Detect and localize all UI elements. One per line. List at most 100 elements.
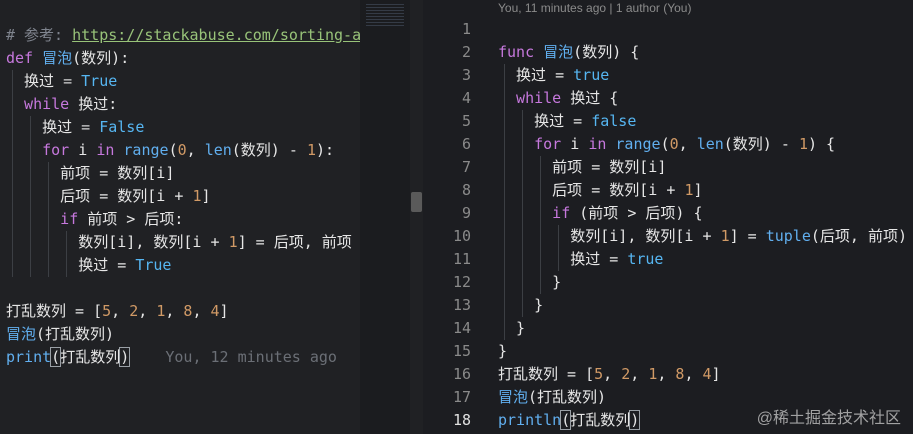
indent-guide: [522, 110, 524, 317]
code-line[interactable]: 换过 = False: [6, 116, 144, 139]
code-token: ] = 后项, 前项: [237, 233, 352, 251]
line-number[interactable]: 14: [435, 317, 471, 340]
code-token: 4: [210, 302, 220, 320]
scrollbar-thumb[interactable]: [411, 192, 422, 212]
code-token: i: [570, 135, 589, 153]
line-number[interactable]: 7: [435, 156, 471, 179]
code-token: 5: [594, 365, 604, 383]
line-number[interactable]: 6: [435, 133, 471, 156]
minimap-viewport[interactable]: [366, 4, 404, 26]
line-number[interactable]: 10: [435, 225, 471, 248]
watermark: @稀土掘金技术社区: [756, 410, 901, 427]
line-number[interactable]: 1: [435, 18, 471, 41]
line-number[interactable]: 2: [435, 41, 471, 64]
code-line[interactable]: for i in range(0, len(数列) - 1) {: [498, 133, 835, 156]
code-token: ,: [678, 135, 697, 153]
line-number[interactable]: 8: [435, 179, 471, 202]
line-number[interactable]: 9: [435, 202, 471, 225]
code-token: 冒泡: [498, 388, 529, 406]
code-token: (打乱数列): [36, 325, 115, 343]
code-token: while: [6, 95, 79, 113]
code-token: (数列) -: [723, 135, 799, 153]
line-number[interactable]: 15: [435, 340, 471, 363]
code-line[interactable]: println(打乱数列): [498, 409, 641, 432]
code-token: 冒泡: [6, 325, 37, 343]
code-token: len: [204, 141, 232, 159]
line-number[interactable]: 16: [435, 363, 471, 386]
line-number[interactable]: 3: [435, 64, 471, 87]
code-token: 换过 =: [6, 256, 136, 274]
code-line[interactable]: }: [498, 340, 507, 363]
code-line[interactable]: # 参考: https://stackabuse.com/sorting-a: [6, 24, 360, 47]
code-line[interactable]: }: [498, 317, 525, 340]
code-line[interactable]: if 前项 > 后项:: [6, 208, 183, 231]
code-token: ,: [192, 302, 211, 320]
code-token: 1: [720, 227, 730, 245]
code-token: 换过 =: [498, 250, 628, 268]
code-token: false: [591, 112, 637, 130]
code-line[interactable]: }: [498, 271, 561, 294]
code-token: 冒泡: [543, 43, 574, 61]
code-token: ) {: [807, 135, 836, 153]
code-token: 换过 =: [498, 112, 592, 130]
code-line[interactable]: 前项 = 数列[i]: [498, 156, 666, 179]
code-token: 5: [102, 302, 112, 320]
code-token: range: [615, 135, 661, 153]
code-line[interactable]: 换过 = true: [498, 64, 609, 87]
code-token: ] =: [729, 227, 766, 245]
code-line[interactable]: while 换过:: [6, 93, 117, 116]
code-token: 数列[i], 数列[i +: [6, 233, 229, 251]
git-blame-header[interactable]: You, 11 minutes ago | 1 author (You): [498, 0, 691, 18]
code-token: (数列) -: [231, 141, 307, 159]
code-token: 换过: [6, 72, 64, 90]
code-token: 前项 = 数列[i]: [498, 158, 667, 176]
line-number[interactable]: 17: [435, 386, 471, 409]
code-token: ,: [684, 365, 703, 383]
code-token: ,: [111, 302, 130, 320]
code-token: 0: [177, 141, 187, 159]
left-code-editor[interactable]: # 参考: https://stackabuse.com/sorting-a de…: [0, 0, 360, 434]
code-line[interactable]: 换过 = false: [498, 110, 636, 133]
code-line[interactable]: print(打乱数列) You, 12 minutes ago: [6, 346, 337, 369]
code-line[interactable]: def 冒泡(数列):: [6, 47, 129, 70]
code-line[interactable]: func 冒泡(数列) {: [498, 41, 639, 64]
code-token: (后项, 前项): [810, 227, 907, 245]
line-number[interactable]: 13: [435, 294, 471, 317]
code-token: ]: [201, 187, 211, 205]
line-number[interactable]: 4: [435, 87, 471, 110]
code-line[interactable]: 数列[i], 数列[i + 1] = 后项, 前项: [6, 231, 352, 254]
code-line[interactable]: 换过 = True: [6, 70, 117, 93]
code-token: (数列):: [72, 49, 130, 67]
code-line[interactable]: for i in range(0, len(数列) - 1):: [6, 139, 334, 162]
code-token: range: [123, 141, 169, 159]
line-number[interactable]: 18: [435, 409, 471, 432]
code-token: 1: [648, 365, 658, 383]
code-line[interactable]: if (前项 > 后项) {: [498, 202, 702, 225]
code-token: ,: [186, 141, 205, 159]
code-line[interactable]: 后项 = 数列[i + 1]: [498, 179, 702, 202]
line-number[interactable]: 11: [435, 248, 471, 271]
code-token: You, 12 minutes ago: [129, 348, 337, 366]
code-line[interactable]: while 换过 {: [498, 87, 618, 110]
code-line[interactable]: 冒泡(打乱数列): [498, 386, 606, 409]
code-token: if: [498, 204, 580, 222]
code-line[interactable]: 冒泡(打乱数列): [6, 323, 114, 346]
code-token: (: [560, 410, 572, 430]
code-token: True: [81, 72, 118, 90]
code-token: ,: [657, 365, 676, 383]
line-number[interactable]: 5: [435, 110, 471, 133]
right-code-editor[interactable]: 1 2 3 4 5 6 7 8 9 10 11 12 13 14 15 16 17 18 func 冒泡(数列) …: [423, 0, 913, 434]
code-line[interactable]: 前项 = 数列[i]: [6, 162, 174, 185]
code-token: 4: [702, 365, 712, 383]
line-number[interactable]: 12: [435, 271, 471, 294]
indent-guide: [48, 162, 50, 277]
code-token: ]: [219, 302, 229, 320]
code-token: while: [498, 89, 571, 107]
code-line[interactable]: 打乱数列 = [5, 2, 1, 8, 4]: [498, 363, 721, 386]
vertical-scrollbar[interactable]: [410, 0, 423, 434]
code-token: 1: [228, 233, 238, 251]
code-line[interactable]: 后项 = 数列[i + 1]: [6, 185, 211, 208]
minimap[interactable]: [360, 0, 410, 434]
code-line[interactable]: 打乱数列 = [5, 2, 1, 8, 4]: [6, 300, 229, 323]
code-token: 2: [621, 365, 631, 383]
